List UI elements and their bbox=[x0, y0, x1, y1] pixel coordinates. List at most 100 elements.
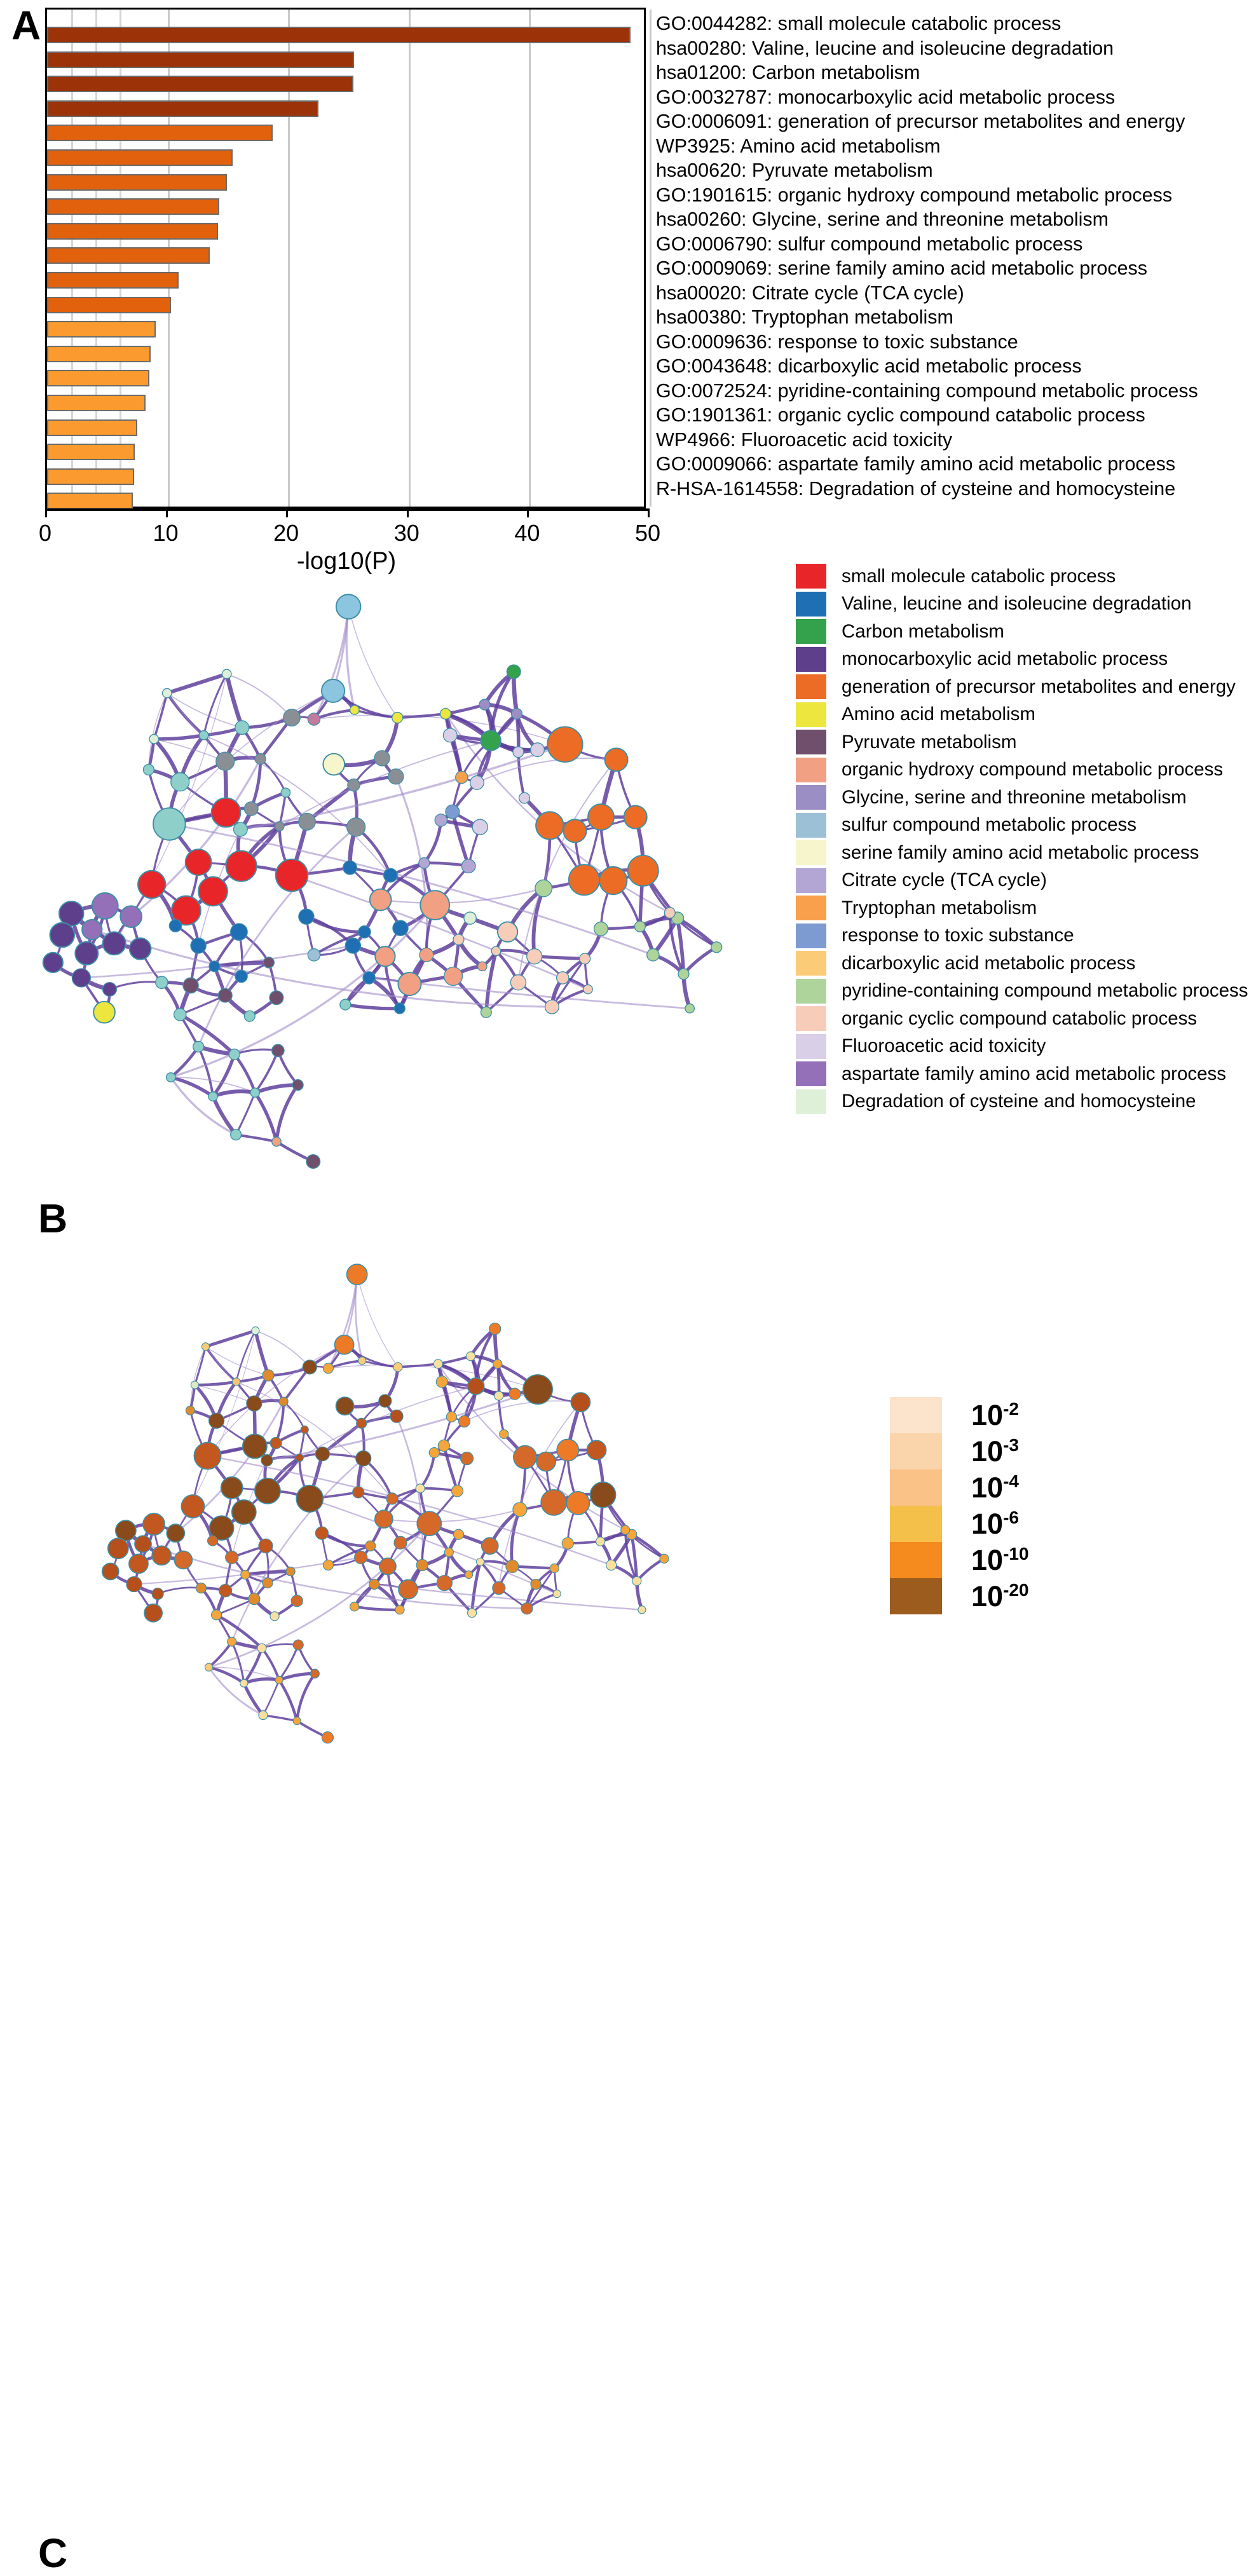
network-node bbox=[194, 1442, 221, 1469]
network-node bbox=[301, 1426, 308, 1433]
network-node bbox=[355, 1551, 367, 1564]
network-node bbox=[156, 976, 168, 988]
network-edge bbox=[154, 693, 167, 739]
legend-item: Valine, leucine and isoleucine degradati… bbox=[796, 590, 1241, 618]
network-node bbox=[416, 1559, 428, 1571]
network-graph-b bbox=[25, 566, 775, 1214]
legend-item: organic hydroxy compound metabolic proce… bbox=[796, 756, 1241, 784]
network-node bbox=[216, 752, 235, 770]
network-node bbox=[435, 814, 447, 826]
bar bbox=[47, 468, 134, 485]
x-axis-tick bbox=[527, 508, 529, 517]
pvalue-scale-item: 10-6 bbox=[890, 1506, 1029, 1542]
network-node bbox=[272, 1137, 281, 1146]
network-node bbox=[446, 1412, 456, 1422]
network-node bbox=[252, 1327, 259, 1335]
network-node bbox=[72, 969, 90, 987]
barchart-plot-area bbox=[45, 8, 646, 508]
network-edge bbox=[279, 1680, 297, 1721]
network-node bbox=[336, 594, 361, 619]
network-node bbox=[468, 1609, 477, 1618]
network-node bbox=[514, 1445, 536, 1468]
pvalue-scale-item: 10-4 bbox=[890, 1469, 1029, 1506]
network-node bbox=[257, 1644, 266, 1653]
legend-color-swatch bbox=[796, 951, 826, 976]
network-node bbox=[621, 1525, 630, 1534]
network-node bbox=[392, 712, 403, 723]
network-node bbox=[384, 868, 398, 882]
network-node bbox=[209, 961, 220, 972]
network-node bbox=[467, 1352, 475, 1361]
network-node bbox=[493, 1360, 502, 1368]
legend-item-label: organic cyclic compound catabolic proces… bbox=[842, 1008, 1197, 1030]
network-node bbox=[531, 1579, 541, 1590]
network-node bbox=[171, 773, 189, 791]
bar bbox=[47, 51, 354, 68]
network-edge bbox=[209, 1667, 263, 1715]
network-node bbox=[386, 1493, 398, 1504]
bar-row bbox=[47, 174, 227, 191]
bar bbox=[47, 223, 218, 240]
legend-color-swatch bbox=[796, 813, 826, 838]
network-node bbox=[628, 855, 659, 886]
legend-item-label: organic hydroxy compound metabolic proce… bbox=[842, 759, 1223, 780]
pvalue-scale-label: 10-10 bbox=[971, 1544, 1029, 1577]
network-edge bbox=[355, 710, 397, 718]
barchart-category-label: GO:1901615: organic hydroxy compound met… bbox=[656, 183, 1247, 208]
network-node bbox=[293, 1717, 301, 1725]
x-axis-tick-label: 30 bbox=[394, 520, 420, 547]
bar bbox=[47, 419, 137, 436]
bar-row bbox=[47, 297, 171, 313]
network-node bbox=[235, 970, 247, 982]
legend-color-swatch bbox=[796, 923, 826, 948]
network-node bbox=[283, 709, 300, 726]
network-node bbox=[255, 1478, 280, 1504]
bar-row bbox=[47, 346, 151, 362]
network-node bbox=[550, 1564, 559, 1572]
barchart-category-label: hsa00380: Tryptophan metabolism bbox=[656, 305, 1247, 330]
network-node bbox=[374, 751, 390, 766]
network-node bbox=[569, 864, 599, 895]
bar-row bbox=[47, 493, 133, 509]
network-svg bbox=[25, 566, 775, 1214]
panel-a-enrichment-barchart: A 01020304050 -log10(P) GO:0044282: smal… bbox=[0, 0, 1249, 559]
network-node bbox=[632, 1577, 641, 1586]
network-node bbox=[212, 1610, 222, 1620]
network-node bbox=[358, 1357, 366, 1365]
network-node bbox=[143, 1513, 165, 1535]
network-edge bbox=[255, 1093, 276, 1141]
network-node bbox=[306, 1155, 320, 1169]
network-edge bbox=[171, 1077, 236, 1135]
legend-item-label: Citrate cycle (TCA cycle) bbox=[842, 869, 1047, 891]
network-node bbox=[186, 1406, 195, 1415]
network-node bbox=[590, 1482, 615, 1508]
legend-color-swatch bbox=[796, 979, 826, 1004]
bar bbox=[47, 198, 219, 215]
network-node bbox=[244, 802, 258, 816]
barchart-category-label: GO:0009066: aspartate family amino acid … bbox=[656, 452, 1247, 477]
x-axis-tick bbox=[286, 508, 288, 517]
network-node bbox=[599, 867, 627, 894]
legend-item-label: Glycine, serine and threonine metabolism bbox=[842, 787, 1187, 808]
x-axis-tick bbox=[166, 508, 168, 517]
network-node bbox=[299, 814, 315, 830]
network-node bbox=[183, 978, 198, 993]
legend-color-swatch bbox=[796, 1006, 826, 1031]
legend-item: sulfur compound metabolic process bbox=[796, 812, 1241, 840]
network-edge bbox=[424, 820, 440, 862]
bar bbox=[47, 149, 233, 166]
network-node bbox=[292, 1080, 303, 1091]
network-node bbox=[152, 1588, 163, 1600]
network-node bbox=[390, 1410, 403, 1422]
network-node bbox=[219, 1584, 232, 1597]
network-cluster-legend: small molecule catabolic processValine, … bbox=[796, 562, 1241, 1115]
legend-item: Carbon metabolism bbox=[796, 618, 1241, 646]
bar bbox=[47, 321, 156, 337]
pvalue-scale-swatch bbox=[890, 1469, 942, 1506]
network-node bbox=[456, 771, 468, 783]
network-node bbox=[233, 1378, 240, 1386]
bar-row bbox=[47, 247, 210, 264]
network-node bbox=[399, 1580, 418, 1599]
network-node bbox=[479, 699, 490, 710]
network-node bbox=[334, 1335, 353, 1354]
